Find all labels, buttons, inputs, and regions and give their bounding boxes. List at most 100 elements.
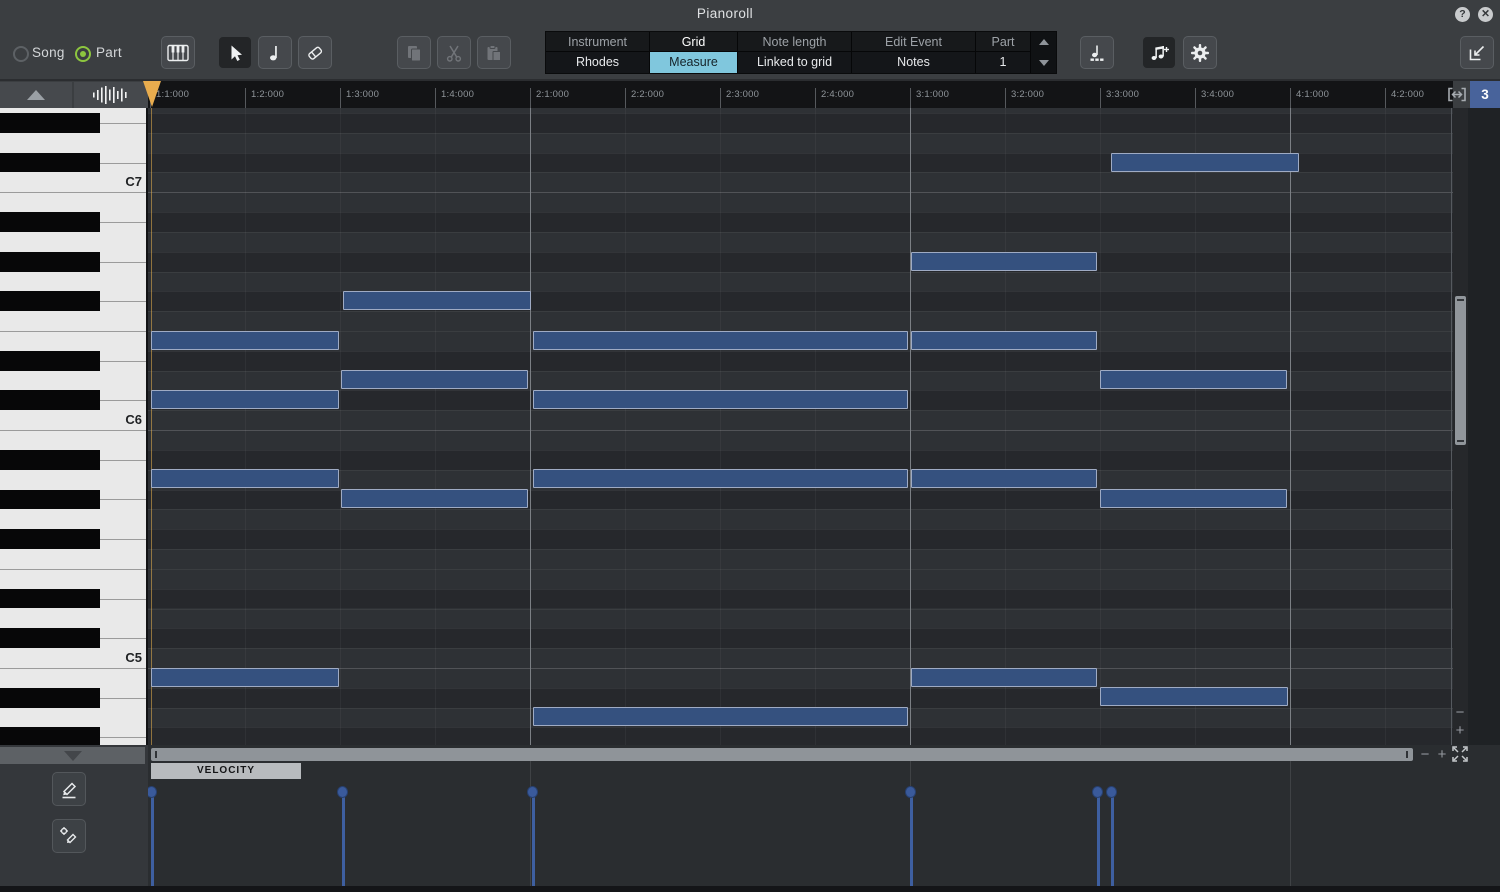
song-radio[interactable] <box>13 46 29 62</box>
piano-key-black[interactable] <box>0 489 100 510</box>
eraser-tool-button[interactable] <box>298 36 332 69</box>
quantize-button[interactable] <box>1080 36 1114 69</box>
velocity-stem-head[interactable] <box>337 786 348 798</box>
import-button[interactable] <box>1460 36 1494 69</box>
midi-note[interactable] <box>911 252 1097 271</box>
midi-note[interactable] <box>1100 489 1287 508</box>
horizontal-zoom-in-button[interactable]: + <box>1434 747 1450 762</box>
instrument-column[interactable]: Instrument Rhodes <box>546 32 650 73</box>
edit-event-value[interactable]: Notes <box>852 52 975 73</box>
velocity-stem-head[interactable] <box>527 786 538 798</box>
vertical-scrollbar-thumb[interactable] <box>1455 296 1466 445</box>
velocity-stem[interactable] <box>1110 793 1114 886</box>
midi-note[interactable] <box>151 668 339 687</box>
collapse-down-button[interactable] <box>0 747 145 764</box>
add-notes-button[interactable] <box>1142 36 1176 69</box>
midi-note[interactable] <box>911 469 1097 488</box>
part-column[interactable]: Part 1 <box>976 32 1031 73</box>
grid-value[interactable]: Measure <box>650 52 737 73</box>
midi-note[interactable] <box>341 370 528 389</box>
midi-note[interactable] <box>533 331 908 350</box>
midi-note[interactable] <box>911 331 1097 350</box>
velocity-stem[interactable] <box>341 793 345 886</box>
velocity-lane[interactable] <box>148 761 1453 886</box>
piano-key-black[interactable] <box>0 727 100 745</box>
cut-button[interactable] <box>437 36 471 69</box>
grid-column[interactable]: Grid Measure <box>650 32 738 73</box>
piano-key-black[interactable] <box>0 291 100 312</box>
part-up-button[interactable] <box>1031 32 1056 53</box>
midi-note[interactable] <box>151 469 339 488</box>
midi-note[interactable] <box>1111 153 1299 172</box>
midi-note[interactable] <box>151 390 339 409</box>
close-icon[interactable]: ✕ <box>1478 7 1493 22</box>
collapse-up-button[interactable] <box>0 82 72 108</box>
paste-button[interactable] <box>477 36 511 69</box>
piano-key-black[interactable] <box>0 212 100 232</box>
cursor-tool-button[interactable] <box>218 36 252 69</box>
piano-key-black[interactable] <box>0 687 100 708</box>
midi-note[interactable] <box>1100 370 1287 389</box>
help-icon[interactable]: ? <box>1455 7 1470 22</box>
piano-key-black[interactable] <box>0 390 100 411</box>
scissors-icon <box>446 45 462 62</box>
piano-key-black[interactable] <box>0 588 100 609</box>
midi-note[interactable] <box>533 469 908 488</box>
grid-row-line <box>148 113 1453 114</box>
midi-note[interactable] <box>533 707 908 726</box>
grid-row-line <box>148 529 1453 531</box>
velocity-stem-head[interactable] <box>1106 786 1117 798</box>
piano-keyboard[interactable]: C7 C6 C5 <box>0 108 148 745</box>
note-length-column[interactable]: Note length Linked to grid <box>738 32 852 73</box>
part-value[interactable]: 1 <box>976 52 1030 73</box>
piano-key-divider <box>100 122 146 124</box>
pianoroll-grid[interactable] <box>148 108 1453 745</box>
audio-preview-button[interactable] <box>74 82 148 108</box>
midi-note[interactable] <box>151 331 339 350</box>
copy-button[interactable] <box>397 36 431 69</box>
piano-key-divider <box>100 459 146 461</box>
part-down-button[interactable] <box>1031 53 1056 74</box>
velocity-stem[interactable] <box>1096 793 1100 886</box>
expand-button[interactable] <box>1450 744 1470 764</box>
vertical-zoom-out-button[interactable]: − <box>1452 705 1468 720</box>
velocity-stem-head[interactable] <box>148 786 157 798</box>
midi-note[interactable] <box>341 489 528 508</box>
ruler-tick <box>1005 88 1006 108</box>
auto-velocity-button[interactable] <box>52 819 86 853</box>
piano-key-black[interactable] <box>0 113 100 133</box>
edit-event-column[interactable]: Edit Event Notes <box>852 32 976 73</box>
midi-note[interactable] <box>533 390 908 409</box>
velocity-stem-head[interactable] <box>1092 786 1103 798</box>
piano-key-black[interactable] <box>0 152 100 173</box>
song-radio-label[interactable]: Song <box>32 45 65 60</box>
midi-note[interactable] <box>343 291 531 310</box>
part-radio[interactable] <box>75 46 91 62</box>
velocity-stem[interactable] <box>150 793 154 886</box>
part-number-badge[interactable]: 3 <box>1470 81 1500 108</box>
timeline-ruler[interactable]: 1:1:000 1:2:000 1:3:000 1:4:000 2:1:000 2:2:0… <box>148 81 1453 108</box>
draw-velocity-button[interactable] <box>52 772 86 806</box>
note-length-value[interactable]: Linked to grid <box>738 52 851 73</box>
vertical-zoom-in-button[interactable]: + <box>1452 723 1468 738</box>
velocity-stem-head[interactable] <box>905 786 916 798</box>
grid-row-line <box>148 648 1453 650</box>
piano-key-black[interactable] <box>0 628 100 649</box>
keyboard-toggle-button[interactable] <box>161 36 195 69</box>
settings-button[interactable] <box>1183 36 1217 69</box>
part-radio-label[interactable]: Part <box>96 45 122 60</box>
midi-note[interactable] <box>1100 687 1288 706</box>
horizontal-scrollbar-thumb[interactable] <box>151 748 1413 761</box>
piano-key-black[interactable] <box>0 251 100 272</box>
velocity-stem[interactable] <box>909 793 913 886</box>
piano-key-black[interactable] <box>0 350 100 371</box>
horizontal-zoom-out-button[interactable]: − <box>1417 747 1433 762</box>
draw-note-tool-button[interactable] <box>258 36 292 69</box>
piano-key-black[interactable] <box>0 529 100 550</box>
fit-width-button[interactable] <box>1446 85 1468 104</box>
instrument-value[interactable]: Rhodes <box>546 52 649 73</box>
velocity-stem[interactable] <box>531 793 535 886</box>
midi-note[interactable] <box>911 668 1097 687</box>
piano-key-black[interactable] <box>0 449 100 470</box>
measure-line <box>1290 761 1291 886</box>
